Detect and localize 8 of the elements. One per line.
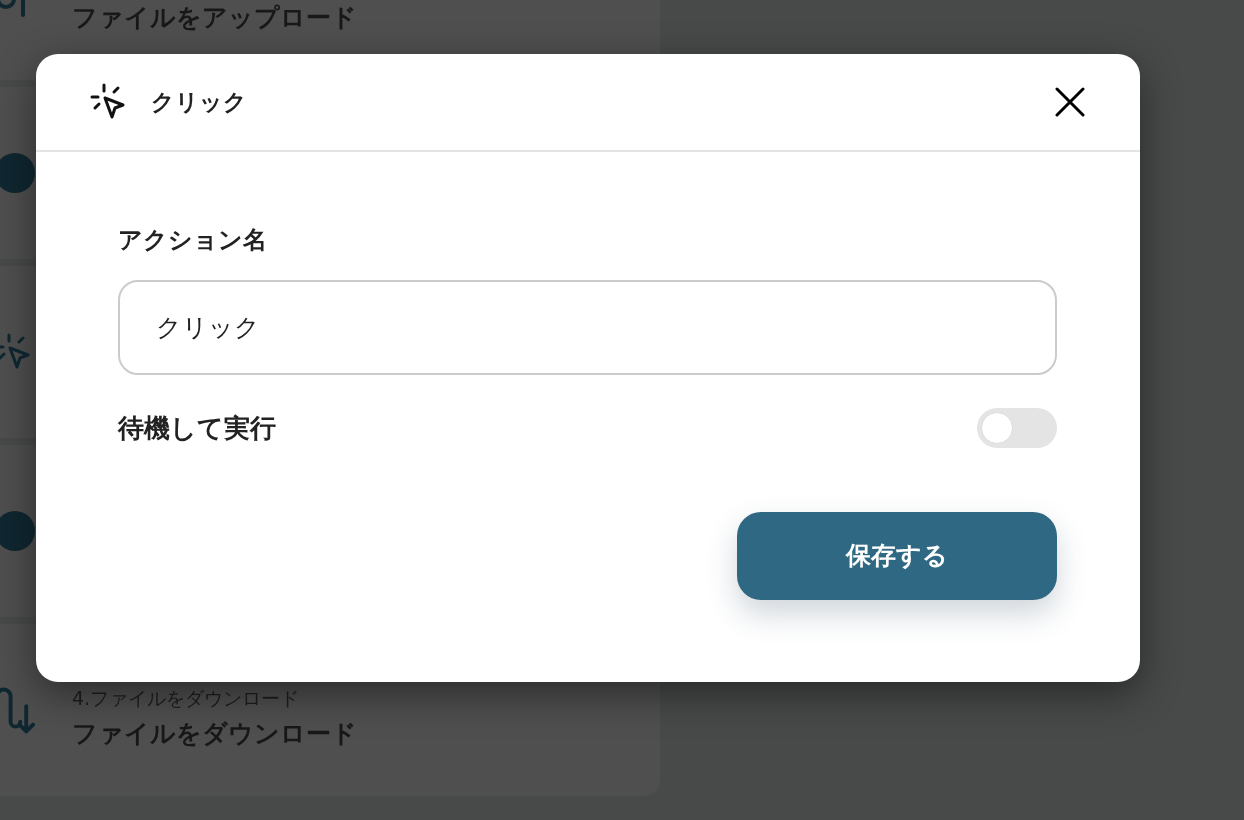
save-button[interactable]: 保存する <box>737 512 1057 600</box>
close-icon <box>1055 87 1085 117</box>
toggle-switch[interactable] <box>977 408 1057 448</box>
dialog-title: クリック <box>151 87 247 117</box>
close-button[interactable] <box>1055 87 1085 117</box>
field-label: アクション名 <box>118 225 268 255</box>
toggle-label: 待機して実行 <box>118 411 276 445</box>
action-name-field[interactable]: クリック <box>118 280 1057 375</box>
